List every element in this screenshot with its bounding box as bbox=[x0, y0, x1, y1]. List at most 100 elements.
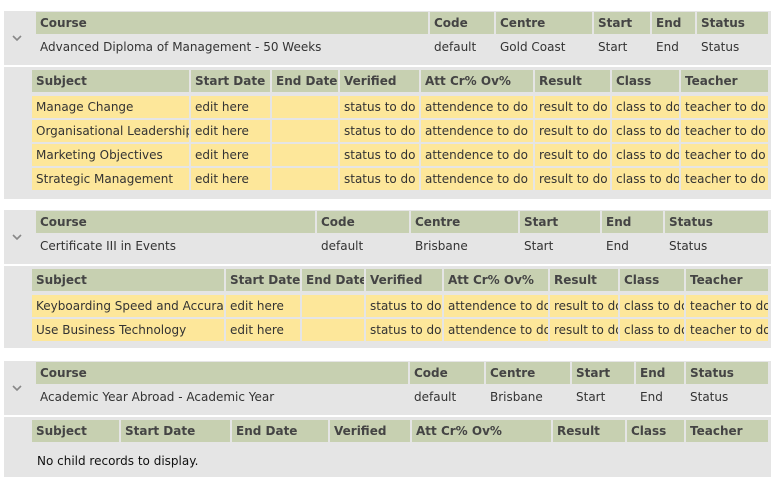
start-header[interactable]: Start bbox=[594, 12, 650, 34]
subject-row[interactable]: Keyboarding Speed and Accuracy edit here s… bbox=[4, 295, 771, 317]
status-header[interactable]: Status bbox=[665, 211, 768, 233]
class-header[interactable]: Class bbox=[612, 70, 679, 92]
course-centre: Brisbane bbox=[490, 390, 543, 404]
course-row-block: Course Code Centre Start End Status Advanced D… bbox=[4, 11, 771, 65]
course-status: Status bbox=[701, 40, 740, 54]
status-header[interactable]: Status bbox=[697, 12, 768, 34]
attendance-header[interactable]: Att Cr% Ov% bbox=[444, 269, 548, 291]
result-value: result to do bbox=[550, 319, 618, 341]
end-header[interactable]: End bbox=[636, 362, 684, 384]
course-header[interactable]: Course bbox=[36, 362, 408, 384]
start-date-edit[interactable]: edit here bbox=[226, 319, 300, 341]
verified-header[interactable]: Verified bbox=[330, 420, 410, 442]
subject-header-row: Subject Start Date End Date Verified Att Cr%… bbox=[4, 420, 771, 442]
subject-name: Use Business Technology bbox=[32, 319, 224, 341]
subject-grid: Subject Start Date End Date Verified Att Cr%… bbox=[4, 67, 771, 199]
subject-row[interactable]: Organisational Leadership edit here status… bbox=[4, 120, 771, 142]
start-date-header[interactable]: Start Date bbox=[121, 420, 230, 442]
start-date-edit[interactable]: edit here bbox=[191, 96, 270, 118]
teacher-value: teacher to do bbox=[681, 144, 768, 166]
subject-grid: Subject Start Date End Date Verified Att Cr%… bbox=[4, 417, 771, 477]
course-data-row[interactable]: Certificate III in Events default Brisbane… bbox=[4, 235, 771, 257]
verified-status: status to do bbox=[340, 120, 419, 142]
class-value: class to do bbox=[612, 168, 679, 190]
class-value: class to do bbox=[612, 144, 679, 166]
attendance-header[interactable]: Att Cr% Ov% bbox=[421, 70, 533, 92]
attendance-header[interactable]: Att Cr% Ov% bbox=[412, 420, 551, 442]
result-value: result to do bbox=[535, 96, 610, 118]
teacher-header[interactable]: Teacher bbox=[686, 269, 768, 291]
subject-row[interactable]: Manage Change edit here status to do attend… bbox=[4, 96, 771, 118]
teacher-value: teacher to do bbox=[681, 168, 768, 190]
end-date bbox=[302, 319, 364, 341]
subject-row[interactable]: Use Business Technology edit here status t… bbox=[4, 319, 771, 341]
status-header[interactable]: Status bbox=[686, 362, 768, 384]
course-status: Status bbox=[669, 239, 708, 253]
centre-header[interactable]: Centre bbox=[411, 211, 518, 233]
result-value: result to do bbox=[535, 144, 610, 166]
course-code: default bbox=[321, 239, 364, 253]
subject-header[interactable]: Subject bbox=[32, 420, 119, 442]
start-date-header[interactable]: Start Date bbox=[191, 70, 270, 92]
verified-status: status to do bbox=[366, 295, 442, 317]
attendance-value: attendence to do bbox=[421, 96, 533, 118]
start-header[interactable]: Start bbox=[520, 211, 600, 233]
start-date-edit[interactable]: edit here bbox=[226, 295, 300, 317]
course-data-row[interactable]: Academic Year Abroad - Academic Year defa… bbox=[4, 386, 771, 408]
end-date-header[interactable]: End Date bbox=[272, 70, 338, 92]
class-header[interactable]: Class bbox=[627, 420, 684, 442]
class-value: class to do bbox=[620, 319, 684, 341]
verified-status: status to do bbox=[340, 144, 419, 166]
end-header[interactable]: End bbox=[652, 12, 695, 34]
course-row-block: Course Code Centre Start End Status Academic Y… bbox=[4, 361, 771, 415]
subject-row[interactable]: Strategic Management edit here status to d… bbox=[4, 168, 771, 190]
end-header[interactable]: End bbox=[602, 211, 663, 233]
subject-name: Organisational Leadership bbox=[32, 120, 189, 142]
course-row-block: Course Code Centre Start End Status Certificat… bbox=[4, 210, 771, 264]
subject-header[interactable]: Subject bbox=[32, 70, 189, 92]
verified-header[interactable]: Verified bbox=[340, 70, 419, 92]
code-header[interactable]: Code bbox=[430, 12, 494, 34]
end-date-header[interactable]: End Date bbox=[232, 420, 328, 442]
result-header[interactable]: Result bbox=[553, 420, 625, 442]
no-records-message: No child records to display. bbox=[37, 454, 199, 468]
course-end: End bbox=[606, 239, 629, 253]
attendance-value: attendence to do bbox=[421, 168, 533, 190]
start-date-edit[interactable]: edit here bbox=[191, 144, 270, 166]
centre-header[interactable]: Centre bbox=[486, 362, 570, 384]
verified-header[interactable]: Verified bbox=[366, 269, 442, 291]
code-header[interactable]: Code bbox=[317, 211, 409, 233]
start-date-edit[interactable]: edit here bbox=[191, 168, 270, 190]
course-start: Start bbox=[598, 40, 628, 54]
course-start: Start bbox=[576, 390, 606, 404]
course-header[interactable]: Course bbox=[36, 12, 428, 34]
result-header[interactable]: Result bbox=[550, 269, 618, 291]
verified-status: status to do bbox=[366, 319, 442, 341]
start-date-header[interactable]: Start Date bbox=[226, 269, 300, 291]
end-date-header[interactable]: End Date bbox=[302, 269, 364, 291]
verified-status: status to do bbox=[340, 96, 419, 118]
class-value: class to do bbox=[620, 295, 684, 317]
code-header[interactable]: Code bbox=[410, 362, 484, 384]
result-header[interactable]: Result bbox=[535, 70, 610, 92]
teacher-header[interactable]: Teacher bbox=[686, 420, 768, 442]
subject-header[interactable]: Subject bbox=[32, 269, 224, 291]
course-data-row[interactable]: Advanced Diploma of Management - 50 Week… bbox=[4, 36, 771, 58]
end-date bbox=[272, 96, 338, 118]
class-header[interactable]: Class bbox=[620, 269, 684, 291]
start-date-edit[interactable]: edit here bbox=[191, 120, 270, 142]
end-date bbox=[272, 144, 338, 166]
centre-header[interactable]: Centre bbox=[496, 12, 592, 34]
course-code: default bbox=[414, 390, 457, 404]
course-code: default bbox=[434, 40, 477, 54]
start-header[interactable]: Start bbox=[572, 362, 634, 384]
course-header[interactable]: Course bbox=[36, 211, 315, 233]
teacher-value: teacher to do bbox=[686, 295, 768, 317]
course-name: Advanced Diploma of Management - 50 Week… bbox=[40, 40, 322, 54]
teacher-header[interactable]: Teacher bbox=[681, 70, 768, 92]
class-value: class to do bbox=[612, 120, 679, 142]
subject-row[interactable]: Marketing Objectives edit here status to d… bbox=[4, 144, 771, 166]
subject-header-row: Subject Start Date End Date Verified Att Cr%… bbox=[4, 269, 771, 291]
course-end: End bbox=[640, 390, 663, 404]
subject-grid: Subject Start Date End Date Verified Att Cr%… bbox=[4, 266, 771, 348]
